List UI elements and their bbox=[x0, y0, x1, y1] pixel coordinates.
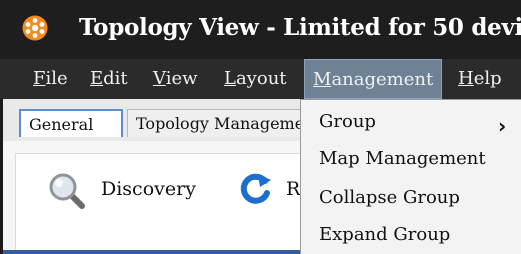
menu-edit-mnemonic: E bbox=[90, 68, 104, 89]
title-bar: Topology View - Limited for 50 devices bbox=[0, 0, 521, 59]
management-dropdown-menu: Group › Map Management Collapse Group Ex… bbox=[300, 99, 521, 254]
menu-management[interactable]: Management bbox=[304, 59, 442, 99]
menu-item-group[interactable]: Group bbox=[319, 111, 376, 132]
menu-management-mnemonic: M bbox=[313, 69, 332, 90]
menu-edit-label: dit bbox=[103, 68, 128, 89]
menu-layout-mnemonic: L bbox=[224, 68, 236, 89]
menu-view-label: iew bbox=[165, 68, 198, 89]
menu-item-collapse-group[interactable]: Collapse Group bbox=[319, 187, 460, 208]
menu-bar: File Edit View Layout Management Help bbox=[0, 59, 521, 99]
menu-edit[interactable]: Edit bbox=[90, 59, 128, 99]
menu-layout-label: ayout bbox=[235, 68, 287, 89]
menu-item-expand-group[interactable]: Expand Group bbox=[319, 224, 450, 245]
ribbon-tab-strip: General Topology Management bbox=[0, 99, 303, 141]
ribbon-bottom-edge bbox=[3, 250, 300, 254]
menu-item-map-management[interactable]: Map Management bbox=[319, 148, 486, 169]
menu-file-label: ile bbox=[45, 68, 68, 89]
menu-file-mnemonic: F bbox=[33, 68, 46, 89]
menu-layout[interactable]: Layout bbox=[224, 59, 287, 99]
submenu-chevron-icon: › bbox=[498, 114, 507, 138]
menu-file[interactable]: File bbox=[33, 59, 68, 99]
tab-general[interactable]: General bbox=[19, 109, 123, 137]
refresh-icon[interactable] bbox=[238, 172, 272, 206]
menu-help[interactable]: Help bbox=[458, 59, 502, 99]
tab-topology-management[interactable]: Topology Management bbox=[127, 109, 303, 137]
magnifier-icon[interactable] bbox=[47, 171, 87, 211]
discovery-button[interactable]: Discovery bbox=[101, 178, 196, 200]
menu-help-label: elp bbox=[473, 68, 502, 89]
menu-help-mnemonic: H bbox=[458, 68, 474, 89]
menu-view-mnemonic: V bbox=[153, 68, 166, 89]
menu-management-label: anagement bbox=[331, 69, 434, 90]
menu-view[interactable]: View bbox=[153, 59, 198, 99]
app-network-icon bbox=[22, 15, 48, 41]
window-title: Topology View - Limited for 50 devices bbox=[79, 14, 521, 41]
